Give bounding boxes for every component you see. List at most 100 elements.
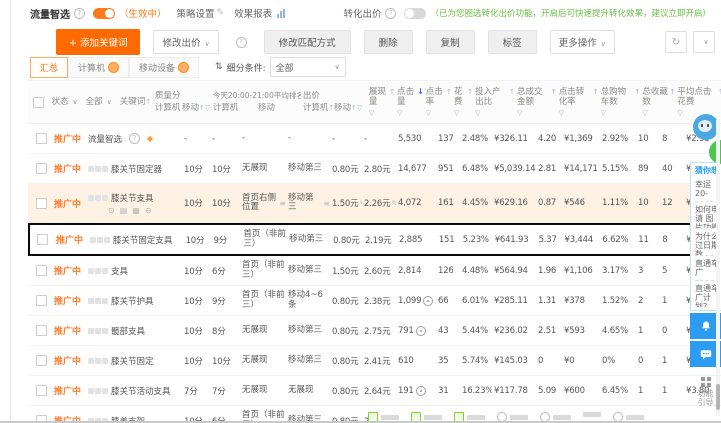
- modify-match-button[interactable]: 修改匹配方式: [264, 30, 351, 54]
- filter-icon: [642, 108, 675, 118]
- cart-sort-header[interactable]: 总购物车数: [599, 81, 641, 123]
- scrollbar-thumb[interactable]: [716, 384, 720, 410]
- keyword-link[interactable]: 膝关节活动支具: [111, 385, 171, 397]
- conversion-bid-toggle[interactable]: [404, 8, 426, 19]
- rank-pc-cell-value: 无展现: [242, 356, 268, 366]
- toolbar-mini-buttons: ↻: [665, 31, 719, 53]
- quality-mobile-cell-value: 8分: [212, 325, 226, 337]
- row-checkbox[interactable]: [28, 376, 52, 405]
- cost-sort-header[interactable]: 花费: [452, 81, 473, 123]
- smart-traffic-row-label[interactable]: 流量智选: [88, 133, 122, 145]
- quality-pc-sort[interactable]: 计算机: [155, 103, 182, 113]
- tag-button[interactable]: 标签: [488, 30, 537, 54]
- keyword-link[interactable]: 膝关节护具: [111, 295, 154, 307]
- quality-pc-cell-value: 10分: [184, 415, 203, 423]
- report-icon[interactable]: ▤: [120, 206, 128, 215]
- select-all-checkbox[interactable]: [28, 81, 48, 123]
- row-checkbox[interactable]: [28, 184, 52, 222]
- ctr-cell-value: 6.01%: [462, 296, 488, 306]
- impressions-cell: 14,677: [396, 154, 436, 183]
- ctr-sort-header[interactable]: 点击率: [424, 81, 452, 123]
- row-checkbox[interactable]: [30, 225, 54, 254]
- gmv-sort-header[interactable]: 总成交金额: [515, 81, 557, 123]
- bid-mobile-sort[interactable]: 移动: [334, 103, 367, 113]
- keyword-cell-content: 支具: [88, 265, 128, 277]
- bid-pc-cell: 0.80元: [331, 225, 363, 254]
- copy-button[interactable]: 复制: [426, 30, 475, 54]
- rank-list-icon[interactable]: [279, 199, 286, 208]
- keyword-flag-icons: [90, 237, 110, 243]
- chart-icon[interactable]: ▦: [132, 206, 140, 215]
- bid-pc-sort[interactable]: 计算机: [303, 103, 334, 113]
- roi-sort-header[interactable]: 投入产出比: [473, 81, 515, 123]
- quality-pc-cell: 10分: [182, 286, 210, 315]
- vertical-scrollbar[interactable]: [716, 120, 720, 416]
- keyword-link[interactable]: 膝盖支架: [111, 415, 145, 423]
- refresh-settings-icon[interactable]: ↻: [665, 31, 687, 53]
- gmv-cell: ¥546: [562, 184, 600, 222]
- row-checkbox[interactable]: [28, 154, 52, 183]
- keyword-link[interactable]: 膝关节固定: [111, 355, 154, 367]
- scope-filter[interactable]: 全部: [86, 97, 112, 107]
- clicks-sort-header[interactable]: 点击量: [395, 81, 424, 123]
- sort-arrows-icon: [215, 62, 223, 72]
- quality-pc-cell: 10分: [182, 316, 210, 345]
- status-filter[interactable]: 状态: [51, 97, 77, 107]
- bid-mobile-cell-value: 2.41元: [364, 355, 390, 367]
- row-checkbox[interactable]: [28, 256, 52, 285]
- ctr-cell-value: 6.48%: [462, 164, 488, 174]
- collapse-chevron-button[interactable]: [693, 31, 715, 53]
- quality-pc-cell: 10分: [184, 225, 212, 254]
- row-checkbox[interactable]: [28, 346, 52, 375]
- status-cell: 推广中: [52, 154, 86, 183]
- quality-pc-cell-value: -: [184, 134, 187, 144]
- bid-mobile-cell-value: 2.75元: [364, 325, 390, 337]
- quality-mobile-cell: 10分: [210, 346, 240, 375]
- keyword-link[interactable]: 髋部支具: [111, 325, 145, 337]
- edit-pencil-icon[interactable]: [217, 8, 225, 18]
- chevron-down-icon: [703, 38, 708, 46]
- more-actions-dropdown[interactable]: 更多操作: [550, 30, 615, 54]
- smart-traffic-toggle[interactable]: [93, 8, 115, 19]
- keyword-link[interactable]: 膝关节支具: [111, 192, 154, 204]
- cart-cell-value: 10: [638, 134, 648, 144]
- cvr-sort-header[interactable]: 点击转化率: [557, 81, 599, 123]
- cart-cell: 1: [636, 316, 660, 345]
- roi-cell-value: 4.20: [538, 134, 556, 144]
- bid-pc-cell[interactable]: 1.50元: [330, 184, 362, 222]
- keyword-link[interactable]: 膝关节固定支具: [113, 234, 173, 246]
- keyword-link[interactable]: 膝关节固定器: [111, 163, 162, 175]
- fav-sort-header[interactable]: 总收藏数: [640, 81, 675, 123]
- strategy-settings-link[interactable]: 策略设置: [177, 6, 215, 20]
- row-checkbox[interactable]: [28, 124, 52, 153]
- impressions-cell: 791: [396, 316, 436, 345]
- add-keyword-button[interactable]: + 添加关键词: [56, 29, 140, 55]
- keyword-sort-header[interactable]: 关键词: [120, 97, 151, 107]
- cart-cell: 10: [636, 124, 660, 153]
- bid-mobile-cell[interactable]: 2.26元: [362, 184, 396, 222]
- bar-chart-icon[interactable]: [277, 9, 285, 18]
- modify-bid-dropdown[interactable]: 修改出价: [153, 30, 218, 54]
- rank-list-icon[interactable]: [323, 199, 330, 208]
- impressions-sort-header[interactable]: 展现量: [367, 81, 395, 123]
- clicks-cell-value: 31: [438, 386, 448, 396]
- status-badge: 推广中: [56, 233, 83, 246]
- keyword-line: 膝关节护具: [88, 295, 154, 307]
- row-checkbox[interactable]: [28, 406, 52, 423]
- row-checkbox[interactable]: [28, 286, 52, 315]
- roi-cell: 1.96: [536, 256, 562, 285]
- tab-mobile[interactable]: 移动设备: [129, 57, 199, 78]
- keyword-tool-icons[interactable]: ⊙ ▤ ▦ ⊖: [108, 206, 154, 215]
- row-checkbox[interactable]: [28, 316, 52, 345]
- insight-icon[interactable]: ⊙: [108, 206, 115, 215]
- remove-icon[interactable]: ⊖: [145, 206, 152, 215]
- tab-pc[interactable]: 计算机: [68, 57, 129, 78]
- delete-button[interactable]: 删除: [364, 30, 413, 54]
- segment-select[interactable]: 全部: [270, 57, 346, 77]
- quality-mobile-sort[interactable]: 移动: [182, 103, 211, 113]
- effect-report-link[interactable]: 效果报表: [234, 6, 272, 20]
- keyword-link[interactable]: 支具: [111, 265, 128, 277]
- checkbox-icon: [36, 325, 47, 336]
- impressions-info-icon: [416, 326, 426, 336]
- tab-summary[interactable]: 汇总: [30, 57, 68, 78]
